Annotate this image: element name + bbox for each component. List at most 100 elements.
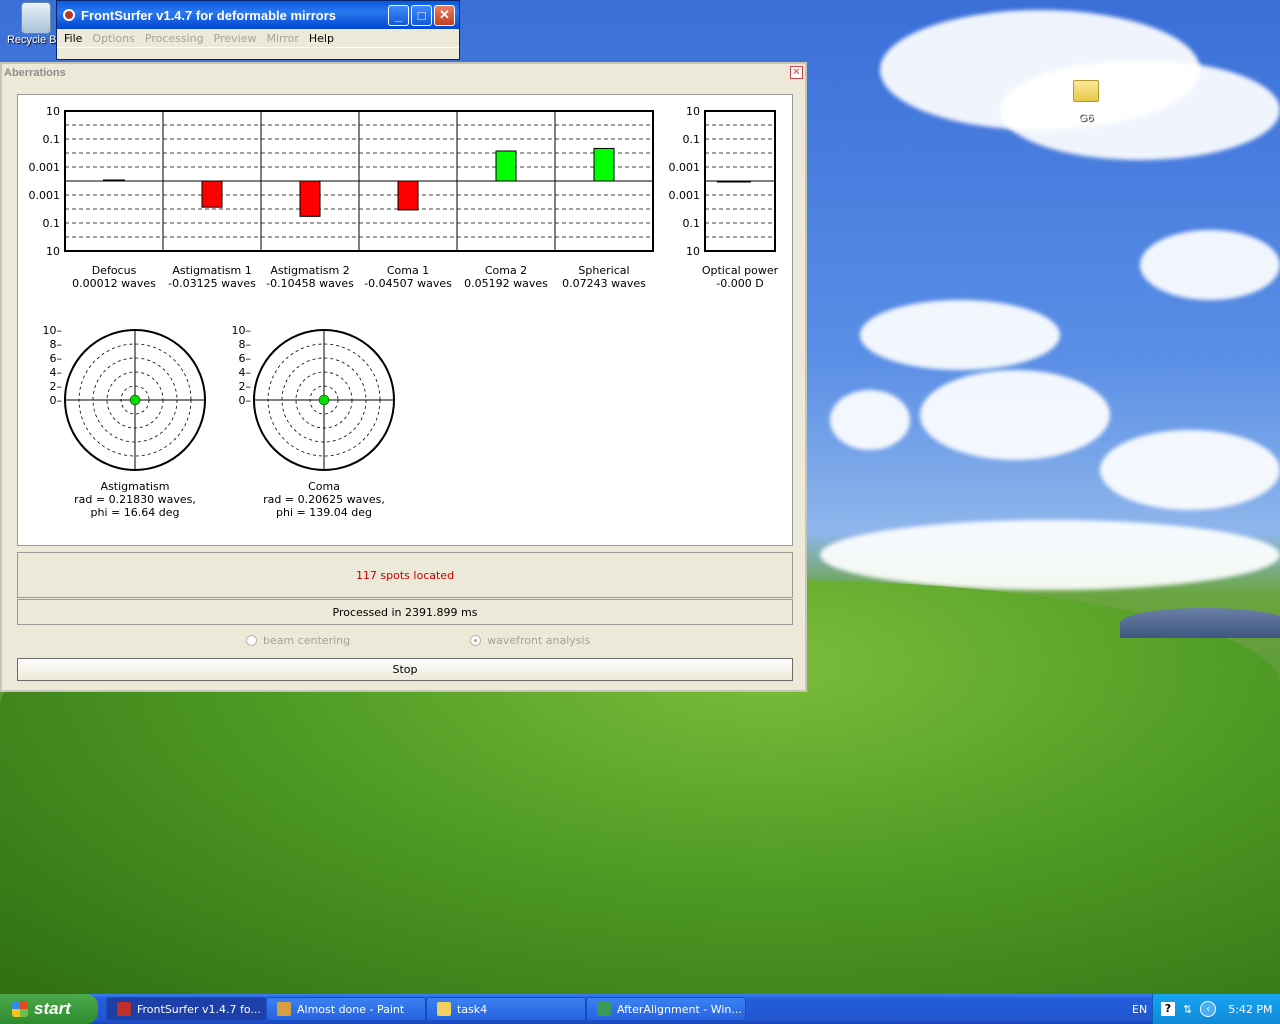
bar-value-label: -0.04507 waves xyxy=(364,277,452,290)
optical-power-label: Optical power xyxy=(702,264,779,277)
bar-coma-1 xyxy=(397,180,419,211)
beam-centering-radio[interactable]: beam centering xyxy=(246,634,350,647)
aberrations-close-icon[interactable]: ✕ xyxy=(790,66,803,79)
polar-rad-label: rad = 0.20625 waves, xyxy=(263,493,385,506)
wavefront-analysis-radio[interactable]: wavefront analysis xyxy=(470,634,590,647)
optical-power-value: -0.000 D xyxy=(716,277,763,290)
bar-name-label: Defocus xyxy=(92,264,137,277)
y-tick-label: 0.001 xyxy=(669,189,701,202)
task-label: AfterAlignment - Win... xyxy=(617,1002,742,1016)
aberrations-title-bar[interactable]: Aberrations xyxy=(2,64,805,82)
radio-checked-icon xyxy=(470,635,482,646)
start-button[interactable]: start xyxy=(0,994,98,1024)
aberrations-title: Aberrations xyxy=(4,67,66,79)
frontsurfer-window: FrontSurfer v1.4.7 for deformable mirror… xyxy=(56,0,460,60)
y-tick-label: 0.1 xyxy=(43,133,61,146)
polar-rad-label: rad = 0.21830 waves, xyxy=(74,493,196,506)
menu-file[interactable]: File xyxy=(59,32,87,45)
y-tick-label: 0.001 xyxy=(29,161,61,174)
y-tick-label: 0.001 xyxy=(29,189,61,202)
network-icon[interactable]: ⇅ xyxy=(1183,1003,1192,1016)
menu-processing[interactable]: Processing xyxy=(140,32,209,45)
polar-tick-label: 10– xyxy=(232,324,252,337)
task-folder[interactable]: task4 xyxy=(426,997,586,1021)
task-frontsurfer[interactable]: FrontSurfer v1.4.7 fo... xyxy=(106,997,266,1021)
y-tick-label: 0.1 xyxy=(43,217,61,230)
y-tick-label: 10 xyxy=(46,105,60,118)
y-tick-label: 0.001 xyxy=(669,161,701,174)
start-label: start xyxy=(34,999,71,1018)
bar-value-label: 0.05192 waves xyxy=(464,277,548,290)
close-button[interactable]: ✕ xyxy=(434,4,455,26)
bar-value-label: 0.00012 waves xyxy=(72,277,156,290)
task-image-viewer[interactable]: AfterAlignment - Win... xyxy=(586,997,746,1021)
processed-status-box: Processed in 2391.899 ms xyxy=(17,599,793,625)
help-icon[interactable]: ? xyxy=(1161,1002,1175,1016)
paint-task-icon xyxy=(277,1002,291,1016)
aberrations-chart: 10 0.1 0.001 0.001 0.1 10 Defocus0.00012 waves… xyxy=(29,105,779,519)
polar-phi-label: phi = 139.04 deg xyxy=(276,506,372,519)
y-tick-label: 0.1 xyxy=(683,133,701,146)
polar-tick-label: 6– xyxy=(50,352,63,365)
window-title: FrontSurfer v1.4.7 for deformable mirror… xyxy=(81,7,337,23)
y-tick-label: 10 xyxy=(686,245,700,258)
expand-tray-icon[interactable]: ‹ xyxy=(1200,1001,1217,1017)
task-paint[interactable]: Almost done - Paint xyxy=(266,997,426,1021)
desktop-mountain xyxy=(1120,608,1280,638)
menu-mirror[interactable]: Mirror xyxy=(261,32,303,45)
menu-preview[interactable]: Preview xyxy=(209,32,262,45)
polar-point xyxy=(129,394,141,406)
frontsurfer-task-icon xyxy=(117,1002,131,1016)
language-indicator[interactable]: EN xyxy=(1132,1003,1147,1016)
bar-value-label: 0.07243 waves xyxy=(562,277,646,290)
title-bar[interactable]: FrontSurfer v1.4.7 for deformable mirror… xyxy=(57,1,459,29)
menu-options[interactable]: Options xyxy=(87,32,139,45)
aberrations-panel: 10 0.1 0.001 0.001 0.1 10 Defocus 0.00012 waves… xyxy=(17,94,793,546)
task-label: FrontSurfer v1.4.7 fo... xyxy=(137,1002,261,1016)
folder-icon[interactable]: G6 xyxy=(1066,80,1106,124)
image-viewer-task-icon xyxy=(597,1002,611,1016)
bar-astigmatism-2 xyxy=(299,180,321,217)
polar-tick-label: 4– xyxy=(239,366,252,379)
app-icon xyxy=(63,9,75,21)
bar-astigmatism-1 xyxy=(201,180,223,208)
bar-name-label: Coma 1 xyxy=(387,264,429,277)
polar-name-label: Coma xyxy=(308,480,340,493)
polar-name-label: Astigmatism xyxy=(101,480,170,493)
maximize-button[interactable]: □ xyxy=(411,4,432,26)
polar-tick-label: 6– xyxy=(239,352,252,365)
aberrations-window: Aberrations ✕ 10 0.1 0.001 0.001 0.1 10 Defocu… xyxy=(0,62,807,692)
polar-tick-label: 0– xyxy=(50,394,63,407)
spots-status-box: 117 spots located xyxy=(17,552,793,598)
bar-spherical xyxy=(593,147,615,182)
polar-point xyxy=(318,394,330,406)
processed-status: Processed in 2391.899 ms xyxy=(332,605,478,619)
stop-button[interactable]: Stop xyxy=(17,658,793,681)
polar-tick-label: 4– xyxy=(50,366,63,379)
y-tick-label: 0.1 xyxy=(683,217,701,230)
bar-value-label: -0.10458 waves xyxy=(266,277,354,290)
minimize-button[interactable]: _ xyxy=(388,4,409,26)
bar-name-label: Coma 2 xyxy=(485,264,527,277)
polar-tick-label: 8– xyxy=(50,338,63,351)
y-tick-label: 10 xyxy=(46,245,60,258)
y-tick-label: 10 xyxy=(686,105,700,118)
windows-logo-icon xyxy=(12,1001,28,1017)
folder-label: G6 xyxy=(1078,112,1094,124)
task-label: Almost done - Paint xyxy=(297,1002,405,1016)
wavefront-analysis-label: wavefront analysis xyxy=(487,634,591,647)
polar-tick-label: 8– xyxy=(239,338,252,351)
mode-radio-group: beam centering wavefront analysis xyxy=(246,634,646,647)
beam-centering-label: beam centering xyxy=(263,634,351,647)
bar-name-label: Astigmatism 2 xyxy=(270,264,349,277)
radio-unchecked-icon xyxy=(246,635,257,646)
toolbar xyxy=(57,47,459,59)
system-tray: ? ⇅ ‹ 5:42 PM xyxy=(1152,994,1280,1024)
bar-name-label: Astigmatism 1 xyxy=(172,264,251,277)
clock: 5:42 PM xyxy=(1228,1002,1273,1016)
task-label: task4 xyxy=(457,1002,488,1016)
polar-phi-label: phi = 16.64 deg xyxy=(91,506,180,519)
menu-help[interactable]: Help xyxy=(304,32,339,45)
bar-value-label: -0.03125 waves xyxy=(168,277,256,290)
taskbar: start FrontSurfer v1.4.7 fo... Almost do… xyxy=(0,994,1280,1024)
